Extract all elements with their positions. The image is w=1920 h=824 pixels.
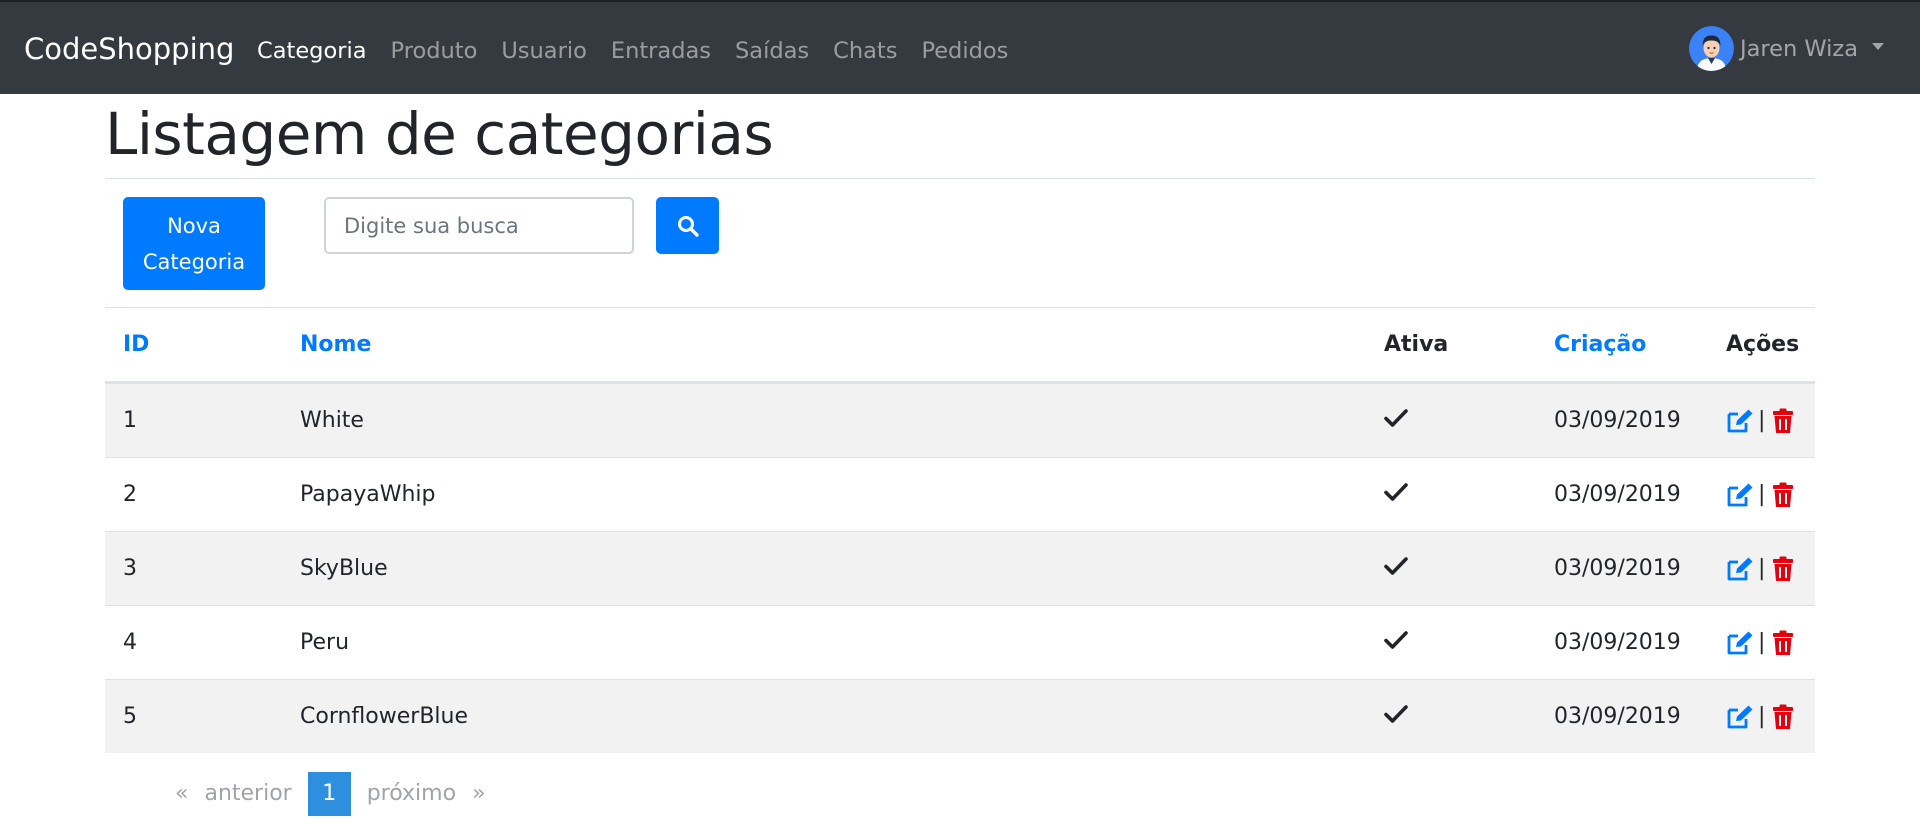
header-id[interactable]: ID	[105, 307, 282, 384]
trash-icon[interactable]	[1769, 407, 1797, 435]
table-row: 5 CornflowerBlue 03/09/2019 |	[105, 679, 1815, 753]
check-icon	[1384, 556, 1408, 582]
check-icon	[1384, 630, 1408, 656]
new-category-button[interactable]: Nova Categoria	[123, 197, 265, 290]
sort-created-link[interactable]: Criação	[1554, 332, 1646, 357]
cell-active	[1366, 605, 1536, 680]
trash-icon[interactable]	[1769, 481, 1797, 509]
table-row: 1 White 03/09/2019 |	[105, 382, 1815, 458]
nav-link-pedidos[interactable]: Pedidos	[909, 34, 1020, 68]
nav-link-entradas[interactable]: Entradas	[599, 34, 723, 68]
edit-icon[interactable]	[1726, 481, 1754, 509]
cell-id: 1	[105, 382, 282, 458]
page-title: Listagem de categorias	[105, 100, 774, 168]
nav-link-usuario[interactable]: Usuario	[489, 34, 599, 68]
cell-id: 3	[105, 531, 282, 606]
cell-name: White	[282, 382, 1366, 458]
cell-created: 03/09/2019	[1536, 457, 1708, 532]
table-row: 4 Peru 03/09/2019 |	[105, 605, 1815, 680]
categories-table: ID Nome Ativa Criação Ações 1 White 03/09/…	[105, 307, 1815, 753]
cell-active	[1366, 457, 1536, 532]
edit-icon[interactable]	[1726, 407, 1754, 435]
cell-created: 03/09/2019	[1536, 531, 1708, 606]
nav-menu: Categoria Produto Usuario Entradas Saída…	[257, 34, 1020, 68]
nav-link-produto[interactable]: Produto	[379, 34, 490, 68]
brand-link[interactable]: CodeShopping	[24, 30, 234, 68]
edit-icon[interactable]	[1726, 703, 1754, 731]
check-icon	[1384, 704, 1408, 730]
header-active: Ativa	[1366, 307, 1536, 384]
table-header-row: ID Nome Ativa Criação Ações	[105, 307, 1815, 384]
cell-id: 2	[105, 457, 282, 532]
table-row: 2 PapayaWhip 03/09/2019 |	[105, 457, 1815, 532]
edit-icon[interactable]	[1726, 629, 1754, 657]
cell-id: 5	[105, 679, 282, 753]
new-category-label-line2: Categoria	[142, 249, 246, 274]
sort-id-link[interactable]: ID	[123, 332, 149, 357]
cell-created: 03/09/2019	[1536, 382, 1708, 458]
search-input[interactable]	[324, 197, 634, 254]
title-divider	[105, 178, 1815, 179]
trash-icon[interactable]	[1769, 629, 1797, 657]
pagination-first[interactable]: «	[167, 772, 196, 816]
trash-icon[interactable]	[1769, 555, 1797, 583]
user-name: Jaren Wiza	[1739, 35, 1858, 62]
action-separator: |	[1758, 481, 1766, 507]
caret-down-icon	[1872, 43, 1884, 50]
cell-active	[1366, 382, 1536, 458]
navbar: CodeShopping Categoria Produto Usuario E…	[0, 0, 1920, 94]
action-separator: |	[1758, 703, 1766, 729]
header-created[interactable]: Criação	[1536, 307, 1708, 384]
header-actions: Ações	[1708, 307, 1815, 384]
sort-name-link[interactable]: Nome	[300, 332, 371, 357]
cell-actions: |	[1708, 457, 1815, 532]
header-name[interactable]: Nome	[282, 307, 1366, 384]
pagination-current-page[interactable]: 1	[307, 772, 351, 816]
pagination-last[interactable]: »	[464, 772, 493, 816]
cell-created: 03/09/2019	[1536, 605, 1708, 680]
check-icon	[1384, 482, 1408, 508]
cell-name: CornflowerBlue	[282, 679, 1366, 753]
new-category-label-line1: Nova	[167, 213, 221, 238]
check-icon	[1384, 408, 1408, 434]
pagination: « anterior 1 próximo »	[167, 772, 494, 816]
action-separator: |	[1758, 407, 1766, 433]
nav-link-categoria[interactable]: Categoria	[257, 34, 379, 68]
cell-active	[1366, 531, 1536, 606]
cell-actions: |	[1708, 679, 1815, 753]
cell-active	[1366, 679, 1536, 753]
pagination-next[interactable]: próximo	[359, 772, 464, 816]
action-separator: |	[1758, 555, 1766, 581]
user-dropdown[interactable]: Jaren Wiza	[1688, 26, 1884, 71]
cell-created: 03/09/2019	[1536, 679, 1708, 753]
cell-actions: |	[1708, 605, 1815, 680]
edit-icon[interactable]	[1726, 555, 1754, 583]
cell-id: 4	[105, 605, 282, 680]
action-separator: |	[1758, 629, 1766, 655]
cell-actions: |	[1708, 531, 1815, 606]
search-icon	[676, 214, 700, 238]
nav-link-saidas[interactable]: Saídas	[723, 34, 821, 68]
search-button[interactable]	[656, 197, 719, 254]
trash-icon[interactable]	[1769, 703, 1797, 731]
user-avatar-icon	[1688, 26, 1734, 71]
cell-actions: |	[1708, 382, 1815, 458]
pagination-previous[interactable]: anterior	[196, 772, 299, 816]
table-body: 1 White 03/09/2019 | 2 PapayaWhip 03/09/2019 | 3…	[105, 382, 1815, 753]
nav-link-chats[interactable]: Chats	[821, 34, 909, 68]
cell-name: PapayaWhip	[282, 457, 1366, 532]
table-row: 3 SkyBlue 03/09/2019 |	[105, 531, 1815, 606]
cell-name: Peru	[282, 605, 1366, 680]
cell-name: SkyBlue	[282, 531, 1366, 606]
